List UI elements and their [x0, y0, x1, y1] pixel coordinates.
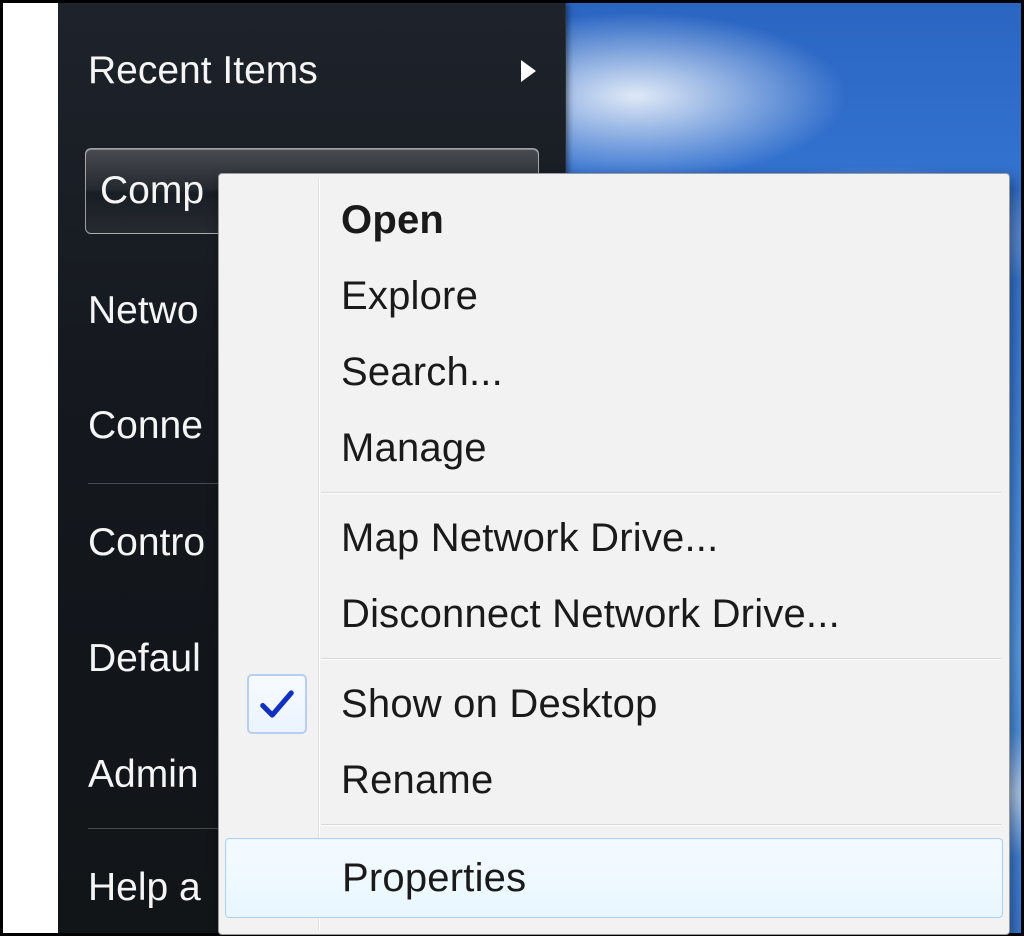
context-menu-item-disconnect-network-drive[interactable]: Disconnect Network Drive...: [225, 582, 1003, 646]
panel-item-label: Defaul: [88, 637, 201, 681]
context-menu-item-label: Search...: [341, 350, 503, 395]
context-menu-item-label: Show on Desktop: [341, 682, 658, 727]
panel-item-label: Admin: [88, 753, 199, 797]
context-menu-item-show-on-desktop[interactable]: Show on Desktop: [225, 672, 1003, 736]
check-icon: [247, 674, 307, 734]
context-menu-item-label: Map Network Drive...: [341, 516, 718, 561]
submenu-arrow-icon: [521, 60, 536, 82]
panel-item-label: Help a: [88, 866, 201, 910]
context-menu-separator: [321, 824, 1001, 826]
left-white-strip: [3, 3, 58, 933]
context-menu-item-label: Disconnect Network Drive...: [341, 592, 840, 637]
panel-item-label: Conne: [88, 404, 203, 448]
panel-item-label: Comp: [100, 169, 204, 213]
panel-item-label: Netwo: [88, 289, 199, 333]
context-menu-item-manage[interactable]: Manage: [225, 416, 1003, 480]
context-menu-item-map-network-drive[interactable]: Map Network Drive...: [225, 506, 1003, 570]
context-menu-separator: [321, 658, 1001, 660]
panel-item-recent-items[interactable]: Recent Items: [88, 41, 536, 101]
panel-item-label: Contro: [88, 521, 205, 565]
context-menu-item-label: Manage: [341, 426, 487, 471]
screenshot-frame: Recent Items Comp Netwo Conne Contro Def…: [0, 0, 1024, 936]
context-menu-item-properties[interactable]: Properties: [225, 838, 1003, 918]
context-menu-item-rename[interactable]: Rename: [225, 748, 1003, 812]
context-menu: Open Explore Search... Manage Map Networ…: [218, 173, 1010, 935]
context-menu-item-open[interactable]: Open: [225, 188, 1003, 252]
context-menu-separator: [321, 492, 1001, 494]
context-menu-item-explore[interactable]: Explore: [225, 264, 1003, 328]
context-menu-item-label: Open: [341, 198, 444, 243]
panel-item-label: Recent Items: [88, 49, 318, 93]
context-menu-item-label: Rename: [341, 758, 493, 803]
context-menu-item-search[interactable]: Search...: [225, 340, 1003, 404]
context-menu-item-label: Properties: [342, 856, 526, 901]
context-menu-item-label: Explore: [341, 274, 478, 319]
